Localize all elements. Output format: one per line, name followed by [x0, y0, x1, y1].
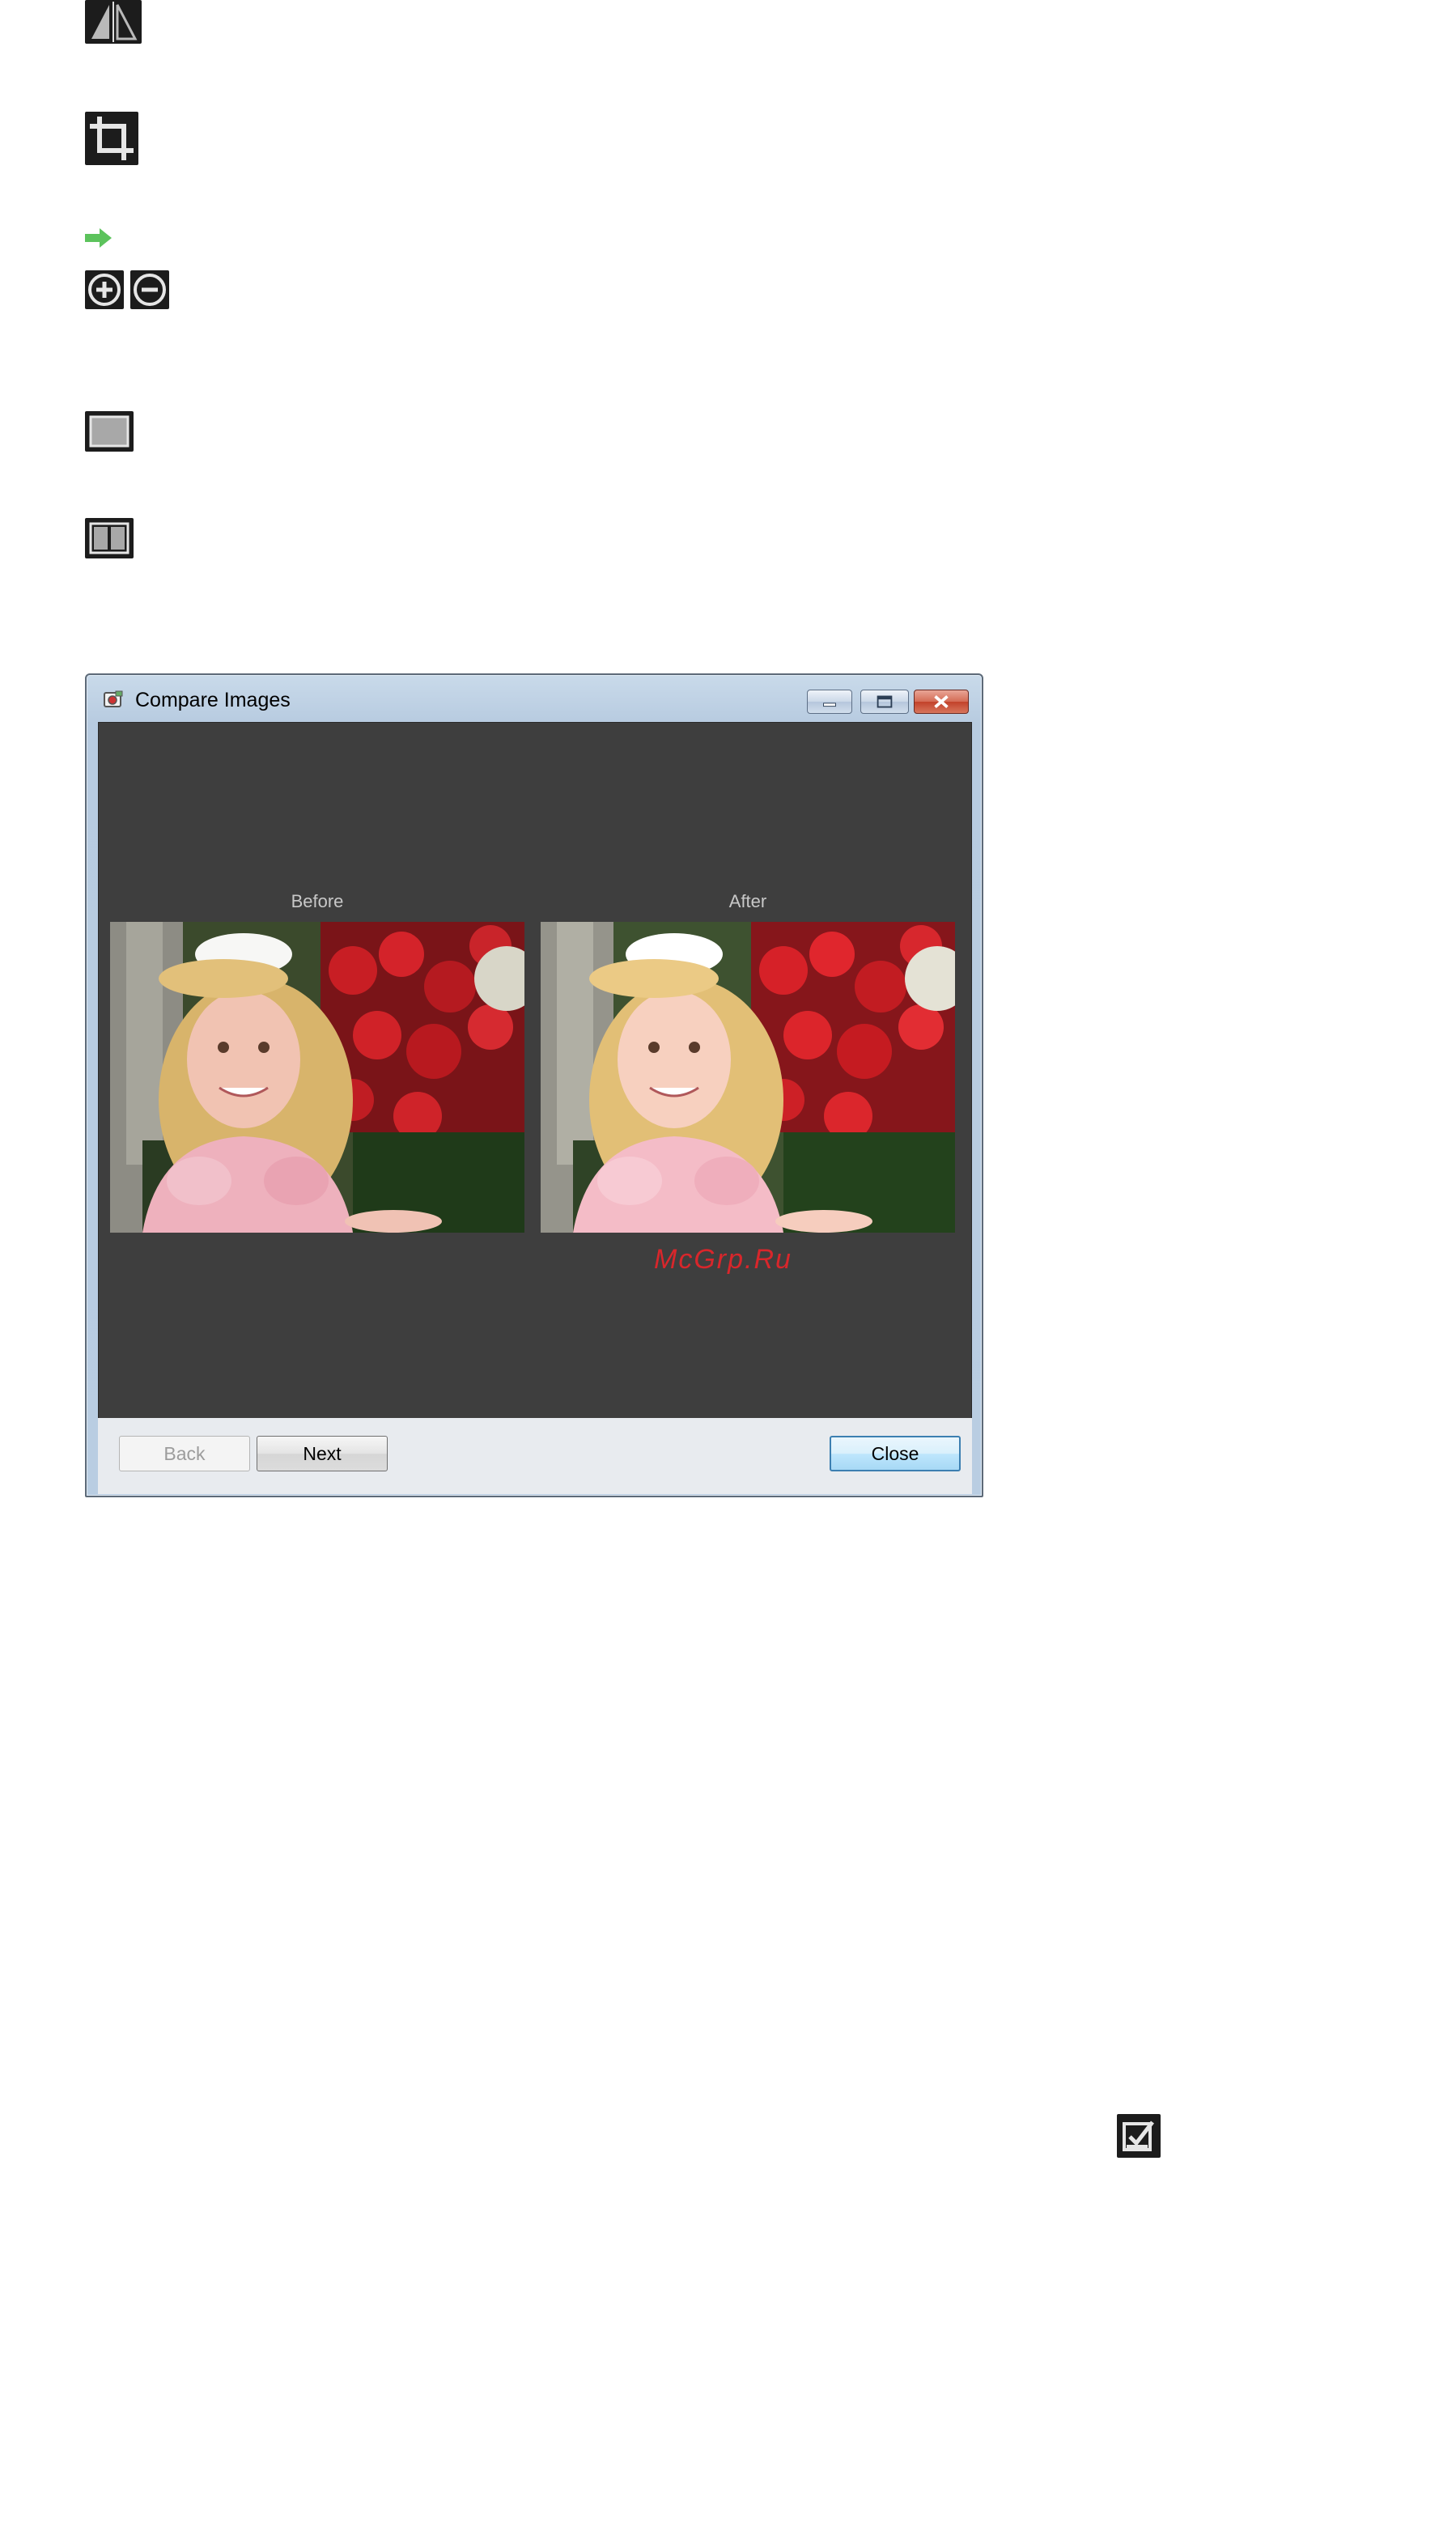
after-label: After: [728, 891, 767, 911]
flip-horizontal-icon[interactable]: [85, 0, 142, 44]
maximize-icon: [877, 695, 893, 708]
compare-images-window: Compare Images Before After McGrp.Ru Bac…: [85, 673, 983, 1497]
green-arrow-icon: [85, 228, 112, 248]
title-bar[interactable]: Compare Images: [87, 675, 982, 722]
before-label: Before: [291, 891, 344, 911]
minimize-button[interactable]: [807, 690, 852, 714]
window-title: Compare Images: [135, 689, 291, 711]
window-close-button[interactable]: [914, 690, 969, 714]
edit-checkbox-icon[interactable]: [1117, 2114, 1161, 2158]
compare-view-icon[interactable]: [85, 518, 134, 558]
after-image: [541, 922, 955, 1233]
image-preview-area: Before After McGrp.Ru: [98, 722, 972, 1420]
minimize-icon: [823, 703, 836, 707]
back-button[interactable]: Back: [119, 1436, 250, 1471]
next-button[interactable]: Next: [257, 1436, 388, 1471]
whole-image-view-icon[interactable]: [85, 411, 134, 452]
zoom-out-icon[interactable]: [130, 270, 169, 309]
watermark-text: McGrp.Ru: [654, 1244, 792, 1275]
close-button[interactable]: Close: [830, 1436, 961, 1471]
dialog-button-bar: Back Next Close: [98, 1418, 972, 1494]
maximize-button[interactable]: [860, 690, 909, 714]
crop-icon[interactable]: [85, 112, 138, 165]
before-image: [110, 922, 524, 1233]
app-icon: [104, 690, 123, 707]
zoom-in-icon[interactable]: [85, 270, 124, 309]
close-icon: [934, 695, 949, 708]
